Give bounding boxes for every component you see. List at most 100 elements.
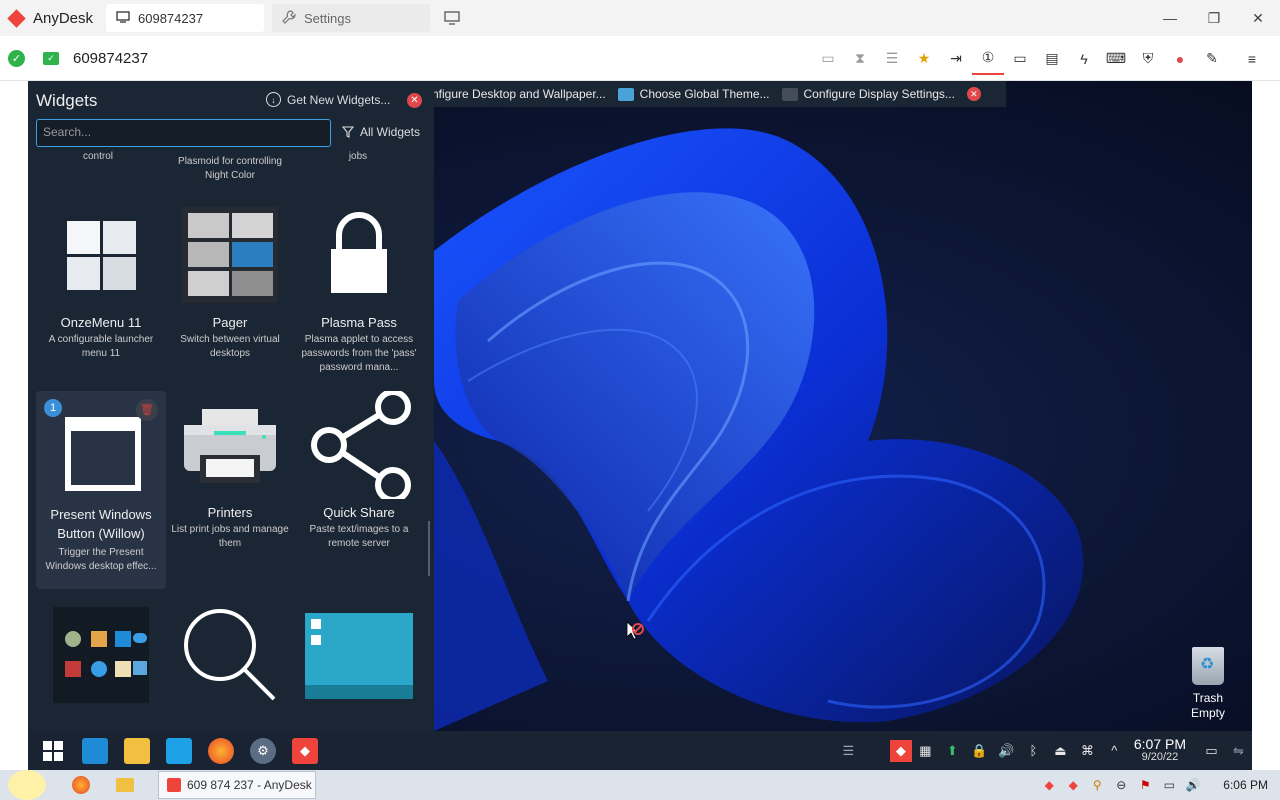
settings-gear-icon[interactable]: ⚙ (250, 737, 276, 764)
remote-clock[interactable]: 6:07 PM 9/20/22 (1133, 735, 1186, 764)
chat-icon[interactable]: ▤ (1036, 43, 1068, 75)
local-taskbar: 609 874 237 - AnyDesk ◆ ◆ ⚲ ⊖ ⚑ ▭ 🔊 6:06 PM (0, 770, 1280, 800)
privacy-icon[interactable]: ⛨ (1132, 43, 1164, 75)
network-icon[interactable]: ⌘ (1074, 740, 1101, 762)
network-icon[interactable]: ▭ (1157, 773, 1181, 797)
anydesk-logo-icon (7, 8, 26, 28)
keyboard-icon[interactable]: ⌨ (1100, 43, 1132, 75)
hourglass-icon[interactable]: ⧗ (844, 43, 876, 75)
display-settings-button[interactable]: Configure Display Settings... (781, 87, 955, 101)
widget-row-partial: control Plasmoid for controlling Night C… (82, 151, 368, 181)
widget-plasma-pass[interactable]: Plasma Pass Plasma applet to access pass… (294, 201, 424, 381)
app-name: AnyDesk (33, 9, 94, 27)
share-icon (305, 389, 413, 503)
session-toolbar: ✓ ✓ 609874237 ▭ ⧗ ☰ ★ ⇥ ① ▭ ▤ ϟ ⌨ ⛨ ● ✎ ≡ (0, 36, 1280, 81)
start-menu-icon[interactable] (40, 738, 66, 764)
file-transfer-icon[interactable]: ⇥ (940, 43, 972, 75)
app-grid-icon (47, 601, 155, 709)
configure-desktop-button[interactable]: nfigure Desktop and Wallpaper... (432, 87, 606, 101)
tab-settings[interactable]: Settings (272, 4, 430, 32)
record-icon[interactable]: ● (1164, 43, 1196, 75)
anydesk-tray-icon[interactable]: ◆ (889, 739, 912, 762)
recycle-bin-icon: ♻ (1192, 647, 1224, 685)
menu-icon[interactable]: ≡ (1236, 43, 1268, 75)
widget-search-input[interactable]: Search... (36, 119, 331, 147)
windows-logo-icon (47, 201, 155, 309)
remote-cursor-icon (626, 621, 644, 640)
show-desktop-icon[interactable]: ▭ (1198, 740, 1225, 762)
trash-desktop-icon[interactable]: ♻ Trash Empty (1186, 647, 1230, 721)
avatar-icon[interactable] (8, 770, 46, 800)
widget-partial-search[interactable] (165, 601, 295, 731)
widget-pager[interactable]: Pager Switch between virtual desktops (165, 201, 295, 381)
firefox-icon[interactable] (68, 772, 94, 798)
flag-icon[interactable]: ⚑ (1133, 773, 1157, 797)
theme-icon (617, 87, 634, 101)
folder-icon[interactable] (124, 737, 150, 764)
printer-icon (176, 391, 284, 499)
close-widgets-button[interactable]: ✕ (407, 93, 422, 108)
title-bar: AnyDesk 609874237 Settings — ❐ ✕ (0, 0, 1280, 36)
global-theme-button[interactable]: Choose Global Theme... (617, 87, 770, 101)
anydesk-icon (167, 778, 181, 792)
anydesk-tray-icon-2[interactable]: ◆ (1061, 773, 1085, 797)
action-icon[interactable]: ϟ (1068, 43, 1100, 75)
display-1-icon[interactable]: ① (972, 43, 1004, 75)
download-icon: ↓ (266, 92, 281, 107)
get-new-widgets-button[interactable]: ↓ Get New Widgets... (266, 92, 390, 107)
widget-partial-apps[interactable] (36, 601, 166, 731)
remote-monitor-icon: ✓ (43, 51, 59, 65)
connection-ok-icon: ✓ (8, 49, 25, 67)
tab-label: 609874237 (138, 10, 204, 26)
file-explorer-icon[interactable] (112, 772, 138, 798)
clipboard-icon[interactable]: ▦ (912, 740, 939, 762)
widget-printers[interactable]: Printers List print jobs and manage them (165, 391, 295, 589)
monitor-icon (116, 10, 130, 26)
taskbar-anydesk-window[interactable]: 609 874 237 - AnyDesk (158, 771, 316, 799)
minus-icon[interactable]: ⊖ (1109, 773, 1133, 797)
widget-present-windows[interactable]: 1 🗑 Present Windows Button (Willow) Trig… (36, 391, 166, 589)
search-tray-icon[interactable]: ⚲ (1085, 773, 1109, 797)
widget-filter-button[interactable]: All Widgets (342, 125, 420, 139)
remote-date: 9/20/22 (1141, 750, 1179, 763)
lock-icon[interactable]: 🔒 (966, 740, 993, 762)
desktop-switch-icon[interactable] (82, 737, 108, 764)
lock-icon (305, 201, 413, 309)
minimize-button[interactable]: — (1148, 0, 1192, 36)
widgets-title: Widgets (36, 91, 98, 110)
close-button[interactable]: ✕ (1236, 0, 1280, 36)
remote-desktop-view[interactable]: nfigure Desktop and Wallpaper... Choose … (28, 81, 1252, 770)
trash-icon[interactable]: 🗑 (136, 399, 158, 421)
volume-icon[interactable]: 🔊 (993, 740, 1020, 762)
bluetooth-icon[interactable]: ᛒ (1020, 740, 1047, 762)
local-clock[interactable]: 6:06 PM (1223, 778, 1268, 792)
database-icon[interactable]: ☰ (876, 43, 908, 75)
store-icon[interactable] (166, 737, 192, 764)
firefox-icon[interactable] (208, 737, 234, 764)
new-tab-button[interactable] (438, 4, 466, 32)
display-icon[interactable]: ▭ (1004, 43, 1036, 75)
widgets-scrollbar[interactable] (428, 521, 430, 576)
update-icon[interactable]: ⬆ (939, 740, 966, 762)
star-icon[interactable]: ★ (908, 43, 940, 75)
usb-icon[interactable]: ⏏ (1047, 740, 1074, 762)
widget-quick-share[interactable]: Quick Share Paste text/images to a remot… (294, 389, 424, 589)
close-toolbox-button[interactable]: ✕ (966, 87, 981, 101)
tab-remote-session[interactable]: 609874237 (106, 4, 264, 32)
anydesk-taskbar-icon[interactable]: ◆ (292, 737, 318, 764)
whiteboard-icon[interactable]: ✎ (1196, 43, 1228, 75)
overflow-menu-icon[interactable]: ☰ (835, 740, 862, 762)
remote-time: 6:07 PM (1133, 735, 1186, 752)
wrench-icon (282, 9, 296, 27)
new-session-icon (444, 11, 460, 25)
anydesk-tray-icon[interactable]: ◆ (1037, 773, 1061, 797)
widget-onzemenu[interactable]: OnzeMenu 11 A configurable launcher menu… (36, 201, 166, 381)
panel-settings-icon[interactable]: ⇋ (1225, 740, 1252, 762)
chevron-up-icon[interactable]: ^ (1101, 740, 1128, 762)
volume-icon[interactable]: 🔊 (1181, 773, 1205, 797)
widget-partial-panel[interactable] (294, 601, 424, 731)
display-icon (781, 87, 798, 101)
screen-off-icon[interactable]: ▭ (812, 43, 844, 75)
panel-icon (305, 601, 413, 709)
maximize-button[interactable]: ❐ (1192, 0, 1236, 36)
